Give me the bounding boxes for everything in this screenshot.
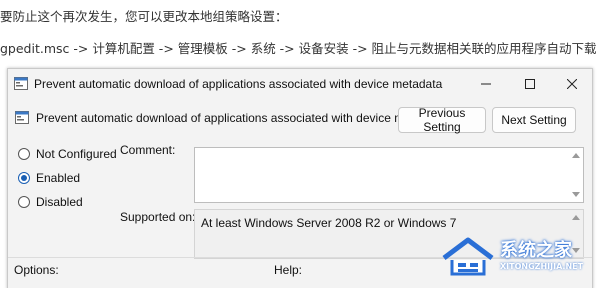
radio-button[interactable] (18, 196, 30, 208)
radio-not-configured[interactable]: Not Configured (18, 147, 117, 161)
article-policy-path: gpedit.msc -> 计算机配置 -> 管理模板 -> 系统 -> 设备安… (0, 41, 597, 56)
radio-enabled[interactable]: Enabled (18, 171, 80, 185)
policy-setting-icon (15, 111, 29, 124)
policy-title: Prevent automatic download of applicatio… (36, 111, 445, 125)
maximize-icon (525, 79, 535, 89)
watermark-title: 系统之家 (500, 240, 572, 261)
scroll-up-icon[interactable] (572, 215, 580, 220)
window-title: Prevent automatic download of applicatio… (34, 77, 443, 91)
scroll-down-icon[interactable] (572, 192, 580, 197)
supported-on-label: Supported on: (120, 210, 196, 224)
options-label: Options: (14, 263, 59, 277)
policy-app-icon (14, 77, 28, 90)
close-icon (567, 79, 577, 89)
supported-on-value: At least Windows Server 2008 R2 or Windo… (201, 216, 457, 230)
comment-label: Comment: (120, 143, 176, 157)
maximize-button[interactable] (508, 69, 552, 99)
minimize-button[interactable] (464, 69, 508, 99)
house-logo-icon (442, 237, 494, 276)
policy-header: Prevent automatic download of applicatio… (8, 103, 592, 137)
close-button[interactable] (550, 69, 592, 99)
article-intro-text: 要防止这个再次发生，您可以更改本地组策略设置： (0, 9, 288, 24)
comment-textarea[interactable] (194, 147, 584, 203)
help-label: Help: (274, 263, 303, 277)
radio-label: Disabled (36, 195, 83, 209)
radio-button-selected[interactable] (18, 172, 30, 184)
radio-disabled[interactable]: Disabled (18, 195, 83, 209)
radio-button[interactable] (18, 148, 30, 160)
radio-label: Not Configured (36, 147, 117, 161)
site-watermark: 系统之家 XITONGZHIJIA.NET (440, 232, 600, 282)
title-bar[interactable]: Prevent automatic download of applicatio… (8, 69, 592, 99)
next-setting-button[interactable]: Next Setting (492, 107, 576, 133)
scroll-up-icon[interactable] (572, 153, 580, 158)
watermark-url: XITONGZHIJIA.NET (500, 262, 584, 271)
previous-setting-button[interactable]: Previous Setting (398, 106, 486, 134)
minimize-icon (481, 83, 491, 85)
radio-label: Enabled (36, 171, 81, 185)
comment-scrollbar[interactable] (569, 148, 583, 202)
